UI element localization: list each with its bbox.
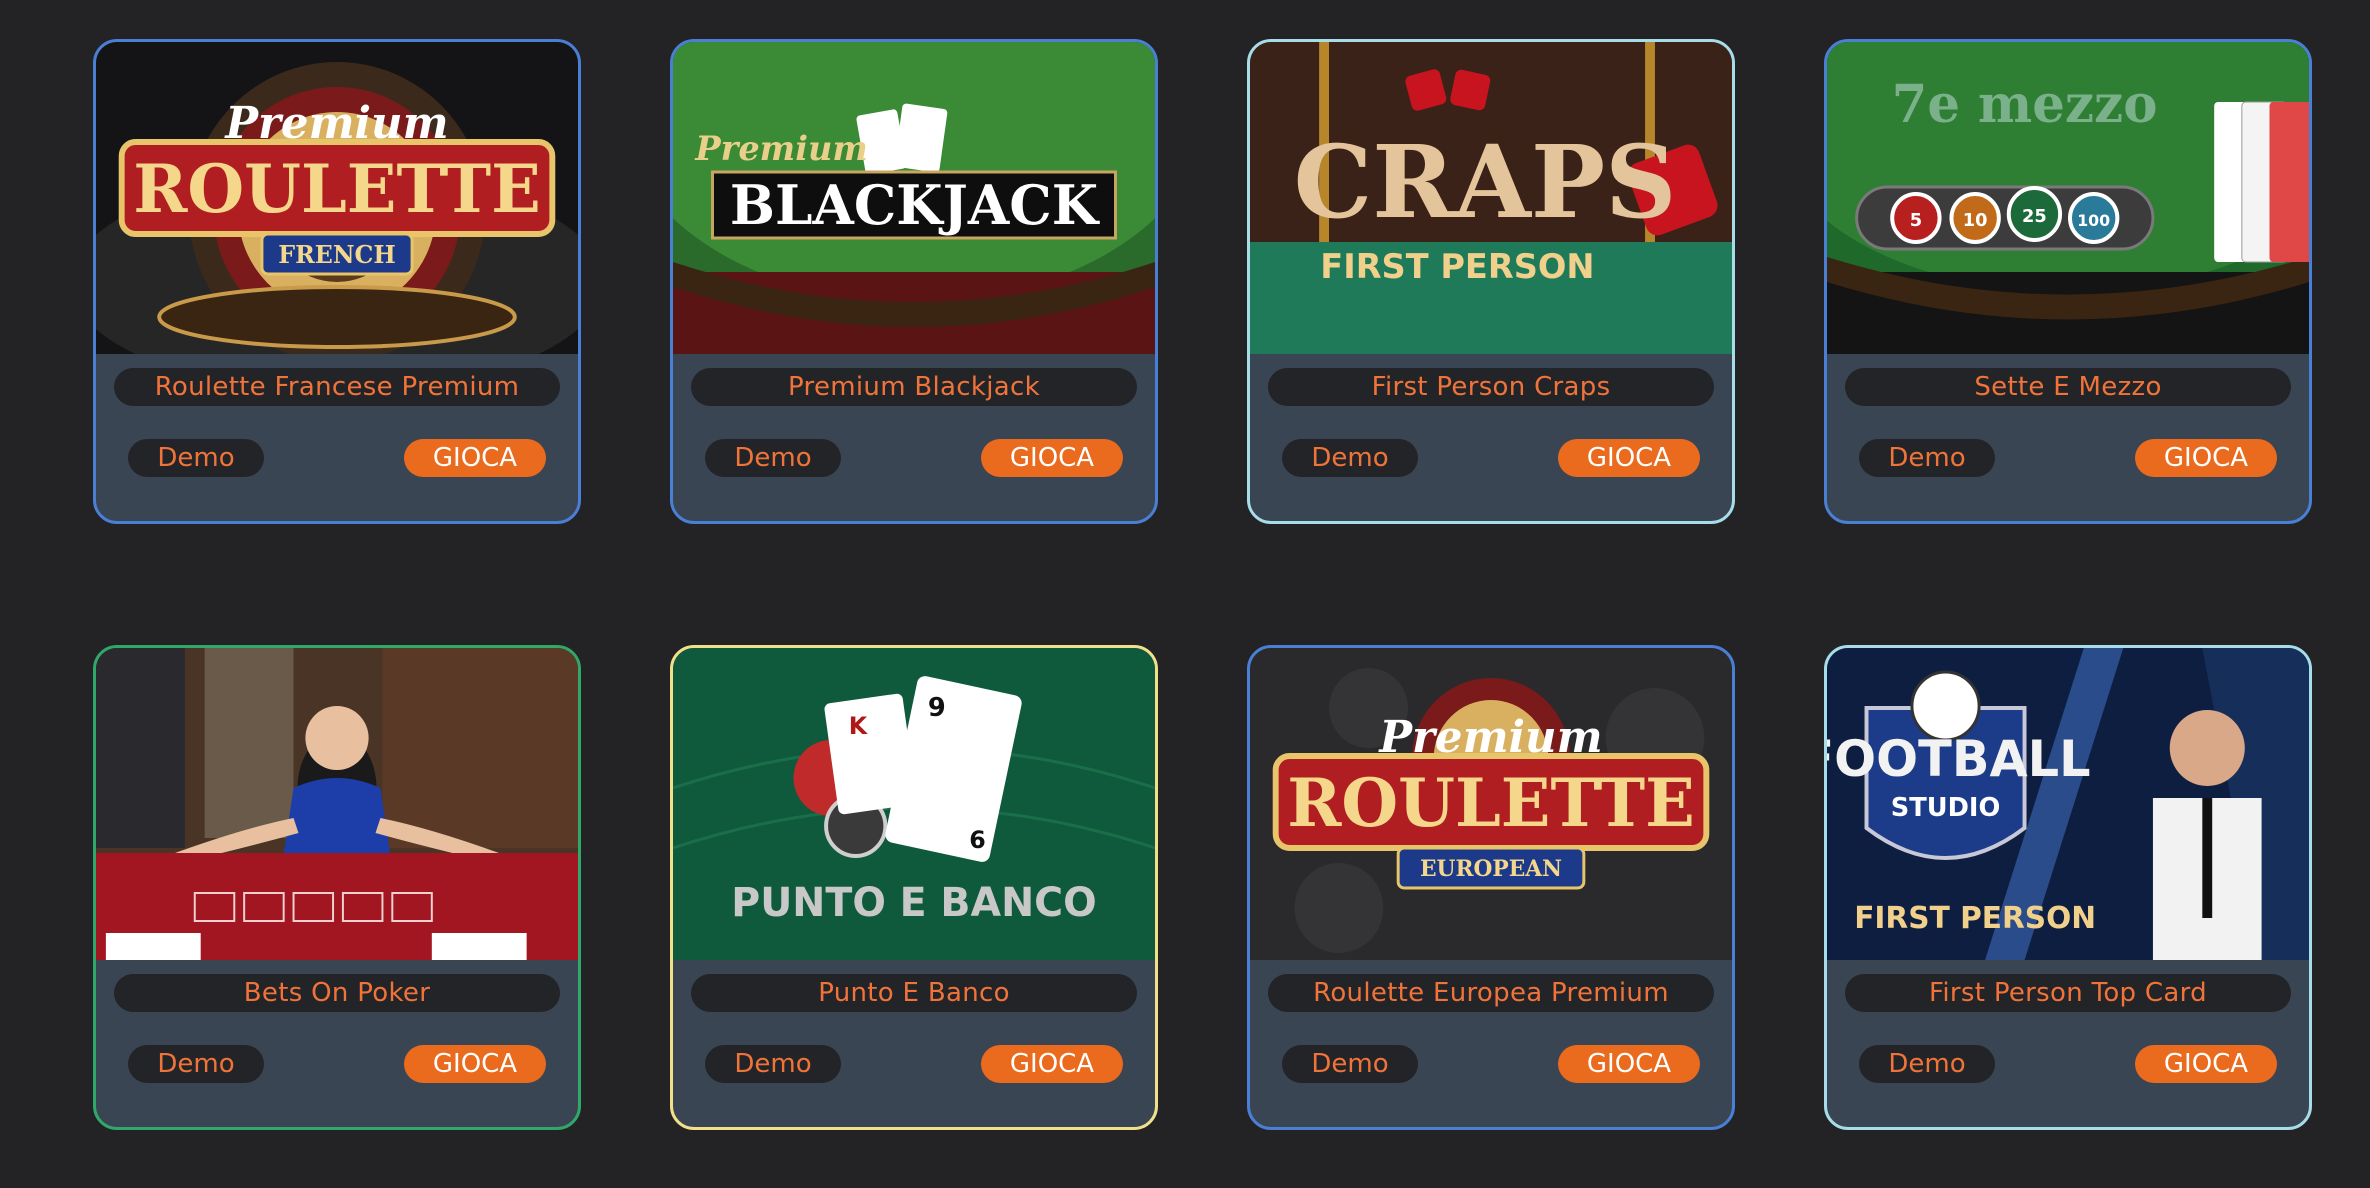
demo-button[interactable]: Demo (1282, 1045, 1418, 1083)
art-top-text: Premium (223, 98, 448, 149)
card-rank: 6 (969, 826, 985, 854)
card-rank: K (849, 712, 869, 740)
game-title: Bets On Poker (114, 974, 560, 1012)
game-thumbnail[interactable]: CRAPS FIRST PERSON (1250, 42, 1732, 354)
game-title: First Person Top Card (1845, 974, 2291, 1012)
game-thumbnail[interactable] (96, 648, 578, 960)
chip-label: 5 (1910, 210, 1922, 231)
art-top-text: Premium (694, 128, 867, 168)
chip-label: 25 (2022, 206, 2047, 227)
play-button[interactable]: GIOCA (404, 1045, 546, 1083)
game-title: Premium Blackjack (691, 368, 1137, 406)
demo-button[interactable]: Demo (128, 1045, 264, 1083)
play-button[interactable]: GIOCA (981, 1045, 1123, 1083)
game-thumbnail[interactable]: Premium ROULETTE FRENCH (96, 42, 578, 354)
game-thumbnail[interactable]: FOOTBALL STUDIO FIRST PERSON (1827, 648, 2309, 960)
play-button[interactable]: GIOCA (1558, 439, 1700, 477)
art-top-text: Premium (1377, 712, 1602, 763)
art-main-text: ROULETTE (1287, 765, 1695, 842)
art-sub-text: EUROPEAN (1420, 856, 1562, 882)
game-card-punto-e-banco[interactable]: K 9 6 PUNTO E BANCO Punto E Banco Demo G… (670, 645, 1158, 1130)
demo-button[interactable]: Demo (128, 439, 264, 477)
game-card-premium-blackjack[interactable]: Premium BLACKJACK Premium Blackjack Demo… (670, 39, 1158, 524)
art-main-text: CRAPS (1294, 124, 1677, 241)
demo-button[interactable]: Demo (1859, 439, 1995, 477)
art-sub-text: FIRST PERSON (1320, 247, 1594, 286)
play-button[interactable]: GIOCA (1558, 1045, 1700, 1083)
game-card-first-person-craps[interactable]: CRAPS FIRST PERSON First Person Craps De… (1247, 39, 1735, 524)
game-thumbnail[interactable]: 7e mezzo 5 10 25 100 (1827, 42, 2309, 354)
game-thumbnail[interactable]: Premium ROULETTE EUROPEAN (1250, 648, 1732, 960)
play-button[interactable]: GIOCA (404, 439, 546, 477)
game-thumbnail[interactable]: Premium BLACKJACK (673, 42, 1155, 354)
art-mid-text: STUDIO (1891, 793, 2001, 823)
game-card-sette-e-mezzo[interactable]: 7e mezzo 5 10 25 100 Sette E Mezzo Demo … (1824, 39, 2312, 524)
game-card-roulette-francese[interactable]: Premium ROULETTE FRENCH Roulette Frances… (93, 39, 581, 524)
game-card-roulette-europea[interactable]: Premium ROULETTE EUROPEAN Roulette Europ… (1247, 645, 1735, 1130)
game-title: Roulette Francese Premium (114, 368, 560, 406)
demo-button[interactable]: Demo (705, 1045, 841, 1083)
demo-button[interactable]: Demo (705, 439, 841, 477)
game-title: Roulette Europea Premium (1268, 974, 1714, 1012)
chip-label: 10 (1963, 210, 1988, 231)
art-main-text: BLACKJACK (730, 174, 1100, 237)
game-card-first-person-top-card[interactable]: FOOTBALL STUDIO FIRST PERSON First Perso… (1824, 645, 2312, 1130)
art-sub-text: FRENCH (278, 241, 395, 269)
demo-button[interactable]: Demo (1859, 1045, 1995, 1083)
game-title: First Person Craps (1268, 368, 1714, 406)
art-main-text: ROULETTE (133, 151, 541, 228)
art-main-text: FOOTBALL (1827, 730, 2091, 788)
game-thumbnail[interactable]: K 9 6 PUNTO E BANCO (673, 648, 1155, 960)
art-main-text: PUNTO E BANCO (731, 880, 1096, 926)
art-main-text: 7e mezzo (1892, 74, 2158, 135)
art-sub-text: FIRST PERSON (1854, 901, 2096, 936)
card-rank: 9 (928, 693, 946, 723)
demo-button[interactable]: Demo (1282, 439, 1418, 477)
chip-label: 100 (2077, 211, 2110, 230)
play-button[interactable]: GIOCA (981, 439, 1123, 477)
play-button[interactable]: GIOCA (2135, 1045, 2277, 1083)
game-card-bets-on-poker[interactable]: Bets On Poker Demo GIOCA (93, 645, 581, 1130)
game-title: Sette E Mezzo (1845, 368, 2291, 406)
play-button[interactable]: GIOCA (2135, 439, 2277, 477)
game-title: Punto E Banco (691, 974, 1137, 1012)
